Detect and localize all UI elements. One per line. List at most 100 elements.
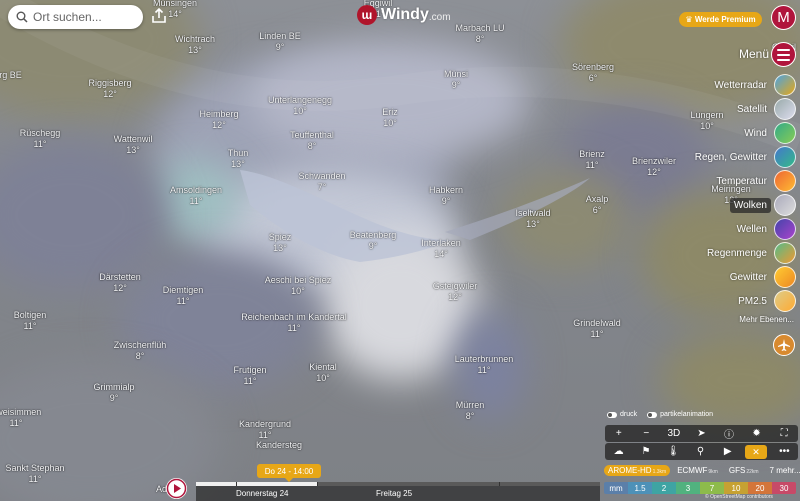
city-label[interactable]: Därstetten 12° [99,272,141,294]
current-time-bubble[interactable]: Do 24 - 14:00 [257,464,321,482]
windy-logo[interactable]: ɯ Windy .com [357,5,451,25]
city-label[interactable]: Heimberg 12° [199,109,238,131]
osm-credit[interactable]: © OpenStreetMap contributors [705,494,773,500]
3d-button[interactable]: 3D [664,428,684,439]
layer-item[interactable]: Temperatur [712,170,796,192]
timeline[interactable]: Donnerstag 24 Freitag 25 [196,482,600,501]
layer-item[interactable]: Wolken [729,194,796,216]
city-temperature: 8° [307,141,317,151]
city-label[interactable]: Reichenbach im Kandertal 11° [241,312,347,334]
legend-value: 1.5 [628,482,652,494]
thermometer-icon[interactable]: 🌡 [663,446,683,457]
city-label[interactable]: Amsoldingen 11° [170,185,222,207]
city-label[interactable]: Münsi 9° [444,69,468,91]
play-button[interactable] [166,478,187,499]
city-label[interactable]: Zweisimmen11° [0,407,41,429]
zoom-out-button[interactable]: − [636,428,656,439]
layer-item[interactable]: PM2.5 [734,290,796,312]
layer-item[interactable]: Regenmenge [703,242,796,264]
city-label[interactable]: Iseltwald 13° [515,208,550,230]
locate-icon[interactable]: ➤ [691,428,711,439]
layer-label: PM2.5 [738,295,767,307]
layer-label: Regen, Gewitter [694,151,767,163]
windy-logo-mark: ɯ [357,5,377,25]
model-option[interactable]: ECMWF9km [673,465,722,476]
menu-label[interactable]: Menü [739,47,769,61]
city-label[interactable]: Wichtrach 13° [175,34,215,56]
layer-item[interactable]: Gewitter [726,266,796,288]
pressure-toggle[interactable]: druck [607,411,637,418]
city-label[interactable]: Linden BE 9° [259,31,301,53]
city-label[interactable]: Interlaken 14° [421,238,461,260]
search-input[interactable] [33,10,133,24]
layer-item[interactable]: Wellen [733,218,796,240]
menu-button[interactable] [771,42,796,67]
info-icon[interactable]: ⓘ [719,426,739,441]
city-label[interactable]: Axalp 6° [586,194,609,216]
city-label[interactable]: Kandergrund 11° [239,419,291,441]
close-icon[interactable]: ✕ [745,444,768,459]
search-box[interactable] [8,5,143,29]
city-label[interactable]: Burg BE [0,70,22,81]
city-label[interactable]: Spiez 13° [269,232,292,254]
city-label[interactable]: Beatenberg 9° [350,230,397,252]
city-label[interactable]: Wattenwil 13° [114,134,153,156]
model-option[interactable]: AROME-HD1.3km [604,464,671,476]
model-option[interactable]: GFS22km [725,465,763,476]
share-icon[interactable] [150,7,168,25]
city-temperature: 9° [368,241,378,251]
more-icon[interactable]: ••• [774,446,794,457]
city-label[interactable]: Brienzwiler 12° [632,156,676,178]
city-label[interactable]: Kiental 10° [309,362,337,384]
city-temperature: 10° [700,121,714,131]
city-label[interactable]: Thun 13° [228,148,249,170]
city-label[interactable]: Sörenberg 6° [572,62,614,84]
settings-icon[interactable]: ✹ [747,428,767,439]
city-temperature: 8° [135,351,145,361]
city-label[interactable]: Schwanden 7° [298,171,345,193]
layer-item[interactable]: Wetterradar [710,74,796,96]
city-label[interactable]: Aeschi bei Spiez 10° [265,275,332,297]
weather-icon[interactable]: ☁ [609,446,629,457]
city-temperature: 11° [9,418,23,428]
city-label[interactable]: Grimmialp 9° [93,382,134,404]
city-label[interactable]: Marbach LU 8° [455,23,504,45]
city-temperature: 11° [287,323,301,333]
city-label[interactable]: Brienz 11° [579,149,605,171]
city-label[interactable]: Teuffenthal 8° [290,130,334,152]
city-label[interactable]: Unterlangenegg 10° [268,95,332,117]
user-avatar[interactable]: M [771,5,796,30]
timeline-day[interactable]: Donnerstag 24 [236,489,288,498]
city-label[interactable]: Diemtigen 11° [163,285,204,307]
layer-item[interactable]: Regen, Gewitter [691,146,796,168]
city-label[interactable]: Rüschegg 11° [20,128,61,150]
city-label[interactable]: Habkern 9° [429,185,463,207]
fullscreen-icon[interactable]: ⛶ [774,428,794,439]
city-label[interactable]: Gsteigwiler 12° [433,281,478,303]
flag-icon[interactable]: ⚑ [636,446,656,457]
timeline-day[interactable]: Freitag 25 [376,489,412,498]
city-name: Amsoldingen [169,185,223,195]
city-label[interactable]: Sankt Stephan 11° [5,463,64,485]
city-label[interactable]: Lungern 10° [690,110,723,132]
city-label[interactable]: Kandersteg [256,440,302,451]
premium-button[interactable]: ♛ Werde Premium [679,12,762,27]
city-label[interactable]: Zwischenflüh 8° [114,340,167,362]
city-label[interactable]: Lauterbrunnen 11° [455,354,514,376]
city-label[interactable]: Riggisberg 12° [88,78,131,100]
more-layers-link[interactable]: Mehr Ebenen... [739,315,794,324]
city-label[interactable]: Grindelwald 11° [573,318,621,340]
city-label[interactable]: Frutigen 11° [233,365,266,387]
premium-label: Werde Premium [694,15,756,24]
city-label[interactable]: Boltigen 11° [14,310,47,332]
city-label[interactable]: Eriz 10° [382,107,398,129]
layer-item[interactable]: Satellit [733,98,796,120]
city-label[interactable]: Mürren 8° [456,400,485,422]
layer-item[interactable]: Wind [740,122,796,144]
particles-toggle[interactable]: partikelanimation [647,411,713,418]
camera-icon[interactable]: ▶ [718,446,738,457]
zoom-in-button[interactable]: + [609,428,629,439]
airplane-icon[interactable] [773,334,795,356]
model-option[interactable]: 7 mehr... [766,465,800,476]
pin-icon[interactable]: ⚲ [690,446,710,457]
